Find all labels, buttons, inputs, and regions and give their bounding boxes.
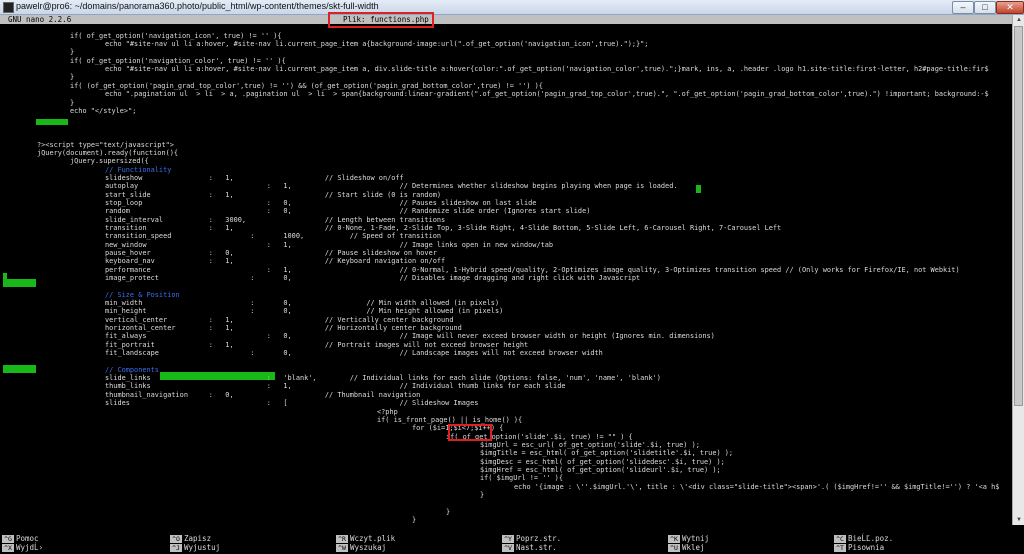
code-line: min_height : 0, // Min height allowed (i… (105, 307, 504, 315)
loop-highlight-box (448, 424, 492, 441)
code-line: slideshow : 1, // Slideshow on/off (105, 174, 404, 182)
code-line: } (70, 73, 75, 81)
scroll-up-icon[interactable]: ▲ (1013, 15, 1024, 25)
code-line: } (412, 516, 417, 524)
code-line: $imgHref = esc_html( of_get_option('slid… (480, 466, 721, 474)
code-line: jQuery(document).ready(function(){ (37, 149, 179, 157)
code-line: min_width : 0, // Min width allowed (in … (105, 299, 500, 307)
code-line: fit_always : 0, // Image will never exce… (105, 332, 715, 340)
shortcut-key: ^O (170, 535, 182, 543)
code-line: echo '{image : \''.$imgUrl.'\', title : … (514, 483, 1000, 491)
code-line: transition_speed : 1000, // Speed of tra… (105, 232, 442, 240)
editor-area[interactable]: if( of_get_option('navigation_icon', tru… (0, 25, 1012, 525)
green-highlight-mark (3, 273, 7, 281)
scrollbar-thumb[interactable] (1014, 26, 1023, 406)
shortcut-key: ^W (336, 544, 348, 552)
code-line: random : 0, // Randomize slide order (Ig… (105, 207, 591, 215)
green-highlight-mark (36, 119, 68, 125)
code-line: $imgDesc = esc_html( of_get_option('slid… (480, 458, 725, 466)
nano-shortcut-bar: ^G Pomoc ^X WyjdĹ› ^O Zapisz ^J Wyjustuj ^R Wczyt… (0, 534, 1024, 554)
green-highlight-mark (3, 279, 36, 287)
code-line: // Size & Position (105, 291, 180, 299)
shortcut-label: WyjdĹ› (16, 543, 44, 552)
code-line: echo "#site-nav ul li a:hover, #site-nav… (105, 40, 649, 48)
code-line: if( is_front_page() || is_home() ){ (377, 416, 523, 424)
code-line: new_window : 1, // Image links open in n… (105, 241, 554, 249)
shortcut-label: Pisownia (848, 543, 885, 552)
code-line: $imgUrl = esc_url( of_get_option('slide'… (480, 441, 700, 449)
shortcut-key: ^Y (502, 535, 514, 543)
shortcut-label: Wklej (682, 543, 705, 552)
scroll-down-icon[interactable]: ▼ (1013, 515, 1024, 525)
green-highlight-mark (3, 365, 36, 373)
code-line: $imgTitle = esc_html( of_get_option('sli… (480, 449, 734, 457)
code-line: stop_loop : 0, // Pauses slideshow on la… (105, 199, 537, 207)
code-line: echo ".pagination ul > li > a, .paginati… (105, 90, 989, 98)
code-line: if( (of_get_option('pagin_grad_top_color… (70, 82, 543, 90)
shortcut-key: ^V (502, 544, 514, 552)
code-line: start_slide : 1, // Start slide (0 is ra… (105, 191, 442, 199)
code-line: pause_hover : 0, // Pause slideshow on h… (105, 249, 437, 257)
window-title: pawelr@pro6: ~/domains/panorama360.photo… (16, 1, 379, 11)
code-line: vertical_center : 1, // Vertically cente… (105, 316, 454, 324)
shortcut-key: ^U (668, 544, 680, 552)
code-line: slide_interval : 3000, // Length between… (105, 216, 446, 224)
code-line: slides : [ // Slideshow Images (105, 399, 479, 407)
code-line: // Components (105, 366, 159, 374)
code-line: performance : 1, // 0-Normal, 1-Hybrid s… (105, 266, 960, 274)
code-line: slide_links : 'blank', // Individual lin… (105, 374, 661, 382)
code-line: horizontal_center : 1, // Horizontally c… (105, 324, 462, 332)
green-highlight-mark (696, 185, 701, 193)
code-line: } (446, 508, 451, 516)
code-line: autoplay : 1, // Determines whether slid… (105, 182, 678, 190)
window-titlebar[interactable]: pawelr@pro6: ~/domains/panorama360.photo… (0, 0, 1024, 15)
nano-header: GNU nano 2.2.6 Plik: functions.php (0, 15, 1012, 24)
shortcut-key: ^J (170, 544, 182, 552)
nano-version: GNU nano 2.2.6 (8, 15, 72, 24)
code-line: thumb_links : 1, // Individual thumb lin… (105, 382, 566, 390)
code-line: echo "#site-nav ul li a:hover, #site-nav… (105, 65, 989, 73)
shortcut-key: ^G (2, 535, 14, 543)
minimize-button[interactable]: – (952, 1, 974, 14)
code-line: keyboard_nav : 1, // Keyboard navigation… (105, 257, 446, 265)
code-line: } (480, 491, 485, 499)
code-line: image_protect : 0, // Disables image dra… (105, 274, 641, 282)
code-line: thumbnail_navigation : 0, // Thumbnail n… (105, 391, 421, 399)
terminal-window: pawelr@pro6: ~/domains/panorama360.photo… (0, 0, 1024, 554)
code-line: // Functionality (105, 166, 172, 174)
shortcut-label: Nast.str. (516, 543, 557, 552)
shortcut-key: ^C (834, 535, 846, 543)
code-line: jQuery.supersized({ (70, 157, 149, 165)
shortcut-key: ^X (2, 544, 14, 552)
vertical-scrollbar[interactable]: ▲ ▼ (1012, 15, 1024, 525)
code-line: fit_landscape : 0, // Landscape images w… (105, 349, 603, 357)
code-line: transition : 1, // 0-None, 1-Fade, 2-Sli… (105, 224, 782, 232)
code-line: if( $imgUrl != '' ){ (480, 474, 563, 482)
shortcut-key: ^R (336, 535, 348, 543)
shortcut-key: ^T (834, 544, 846, 552)
code-line: } (70, 48, 75, 56)
shortcut-label: Wyjustuj (184, 543, 221, 552)
shortcut-label: Wyszukaj (350, 543, 387, 552)
code-line: fit_portrait : 1, // Portrait images wil… (105, 341, 529, 349)
shortcut-key: ^K (668, 535, 680, 543)
maximize-button[interactable]: □ (974, 1, 996, 14)
code-line: ?><script type="text/javascript"> (37, 141, 174, 149)
code-line: echo "</style>"; (70, 107, 137, 115)
close-button[interactable]: ✕ (996, 1, 1024, 14)
code-line: } (70, 99, 75, 107)
code-line: if( of_get_option('navigation_icon', tru… (70, 32, 282, 40)
terminal-icon (3, 2, 14, 13)
code-line: <?php (377, 408, 398, 416)
code-line: if( of_get_option('navigation_color', tr… (70, 57, 286, 65)
